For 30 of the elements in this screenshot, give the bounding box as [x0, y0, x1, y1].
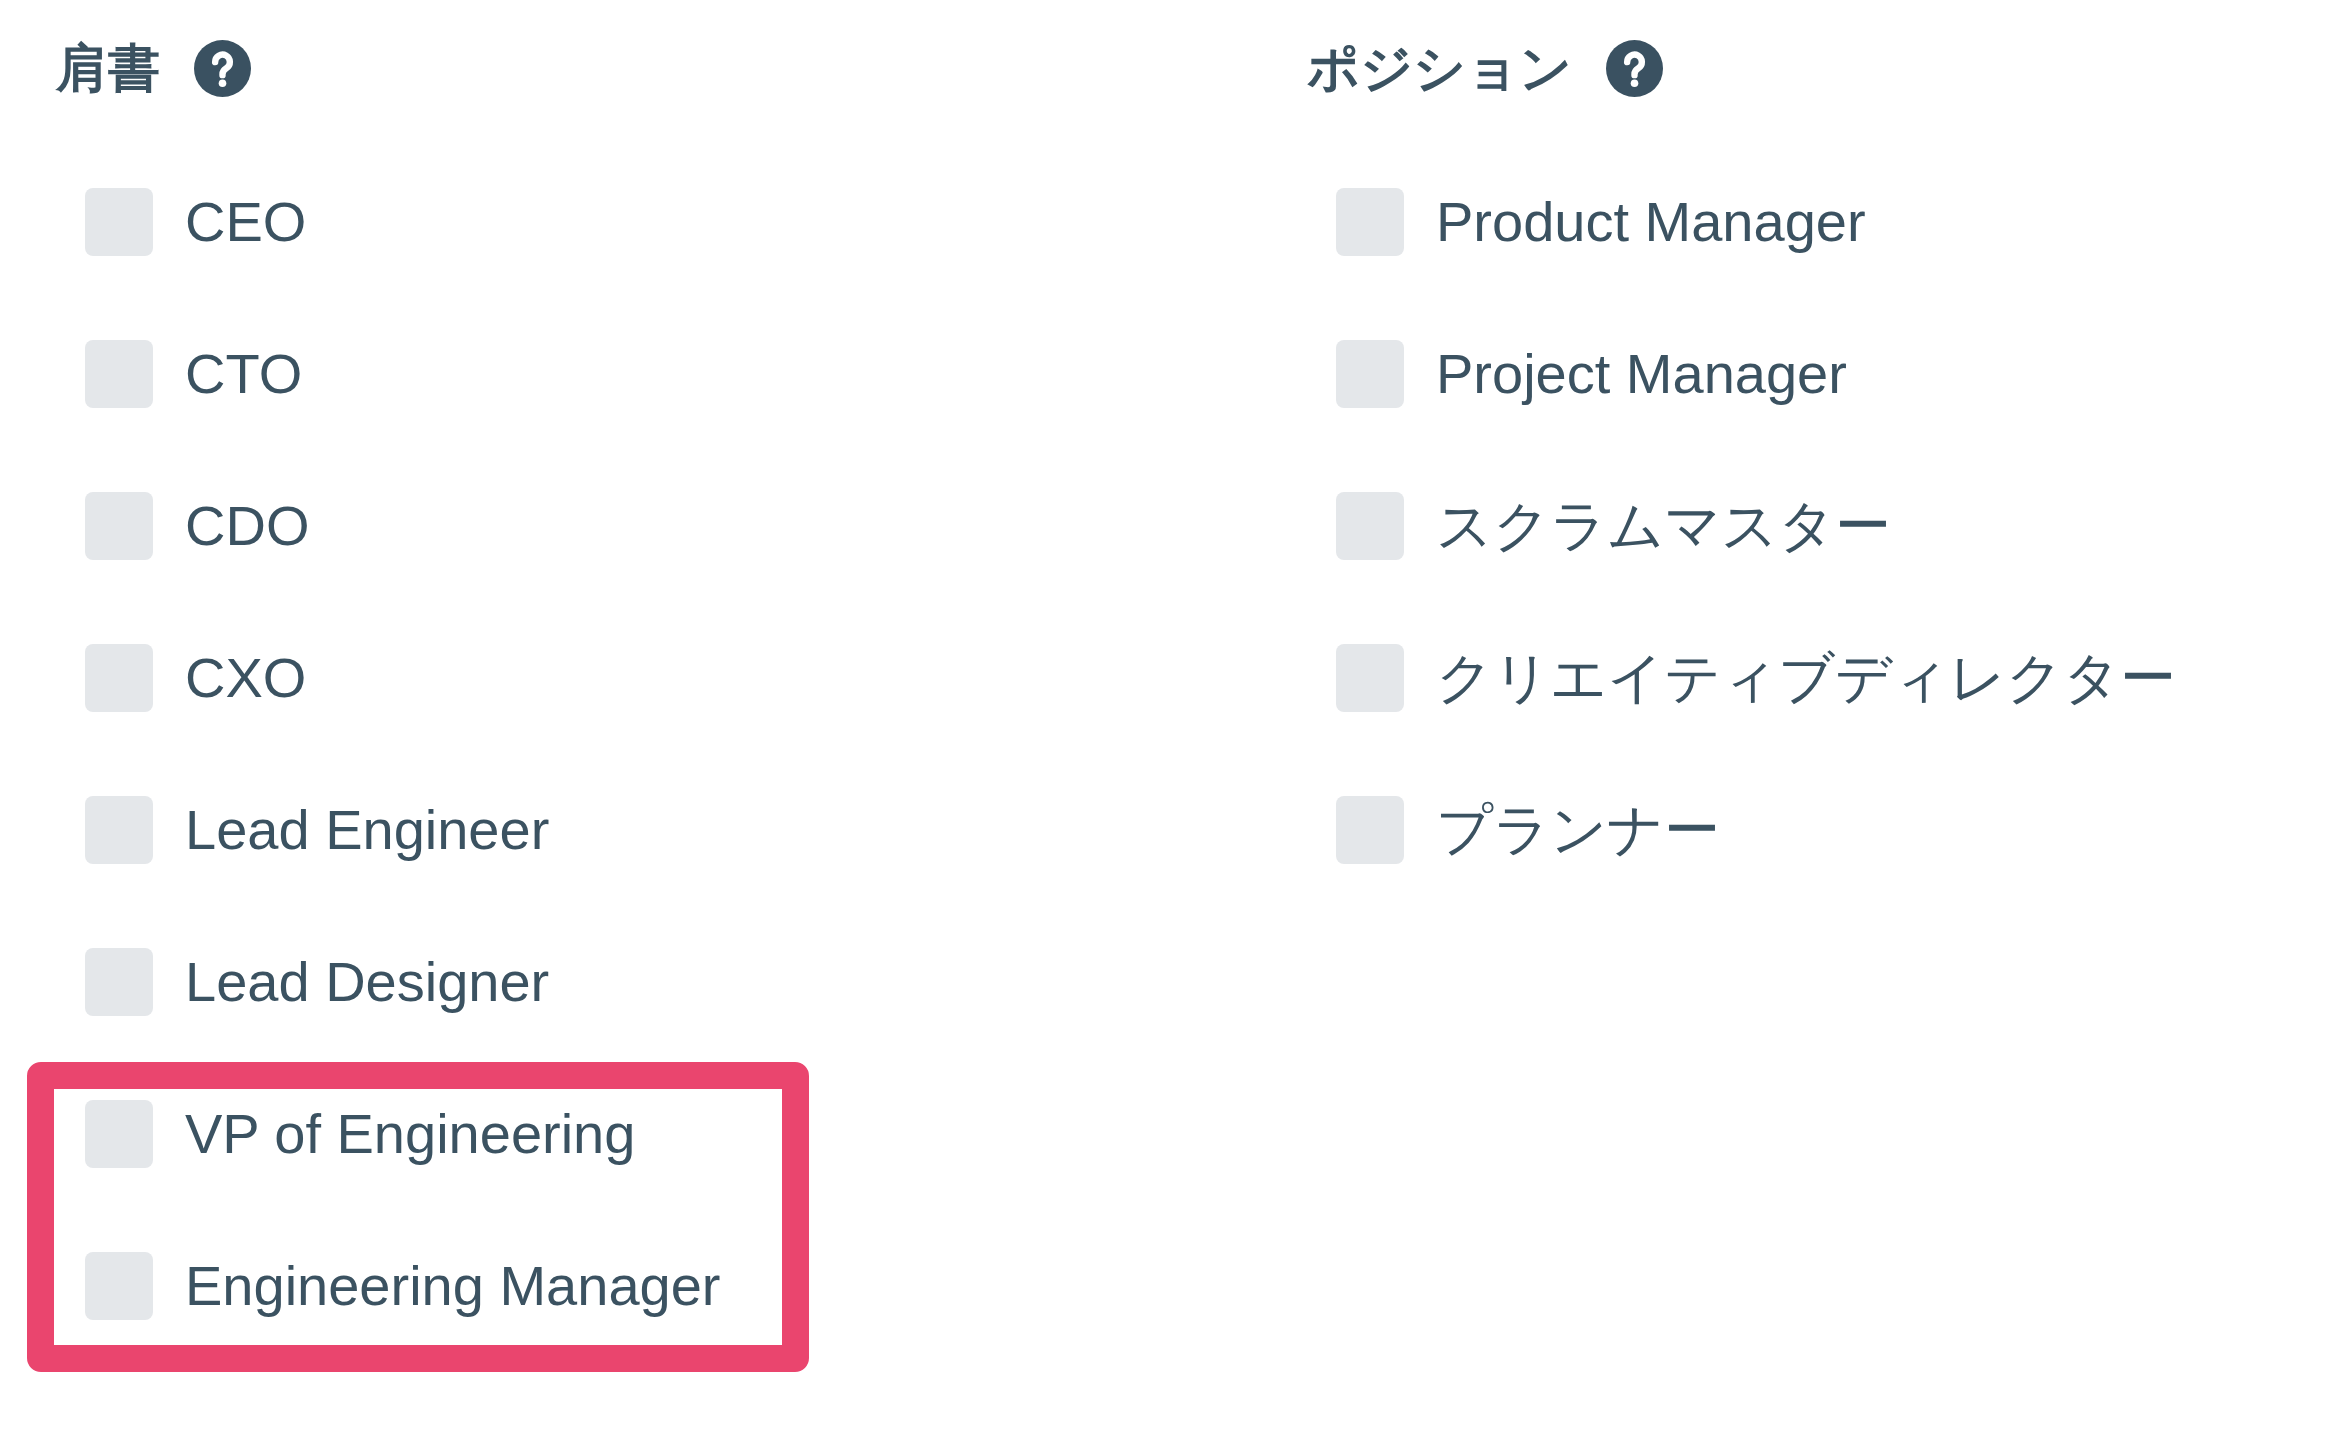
checkbox[interactable] — [85, 188, 153, 256]
checkbox[interactable] — [85, 1100, 153, 1168]
checkbox[interactable] — [1336, 492, 1404, 560]
section-heading: 肩書 — [56, 38, 160, 98]
checkbox[interactable] — [1336, 644, 1404, 712]
checkbox[interactable] — [85, 492, 153, 560]
help-icon[interactable] — [194, 39, 251, 97]
section-heading: ポジション — [1307, 38, 1572, 98]
option-label[interactable]: スクラムマスター — [1436, 486, 1891, 566]
help-icon[interactable] — [1606, 39, 1663, 97]
option-label[interactable]: CDO — [185, 486, 310, 566]
checkbox[interactable] — [85, 644, 153, 712]
checkbox[interactable] — [85, 948, 153, 1016]
option-label[interactable]: プランナー — [1436, 790, 1720, 870]
checkbox[interactable] — [85, 796, 153, 864]
checkbox[interactable] — [1336, 188, 1404, 256]
checkbox[interactable] — [85, 340, 153, 408]
checkbox[interactable] — [1336, 340, 1404, 408]
option-label[interactable]: CTO — [185, 334, 303, 414]
option-label[interactable]: Project Manager — [1436, 334, 1847, 414]
option-label[interactable]: Engineering Manager — [185, 1246, 721, 1326]
option-label[interactable]: Lead Designer — [185, 942, 550, 1022]
option-label[interactable]: CEO — [185, 182, 307, 262]
checkbox[interactable] — [85, 1252, 153, 1320]
checkbox[interactable] — [1336, 796, 1404, 864]
option-label[interactable]: クリエイティブディレクター — [1436, 638, 2176, 718]
option-label[interactable]: VP of Engineering — [185, 1094, 636, 1174]
option-label[interactable]: CXO — [185, 638, 307, 718]
option-label[interactable]: Product Manager — [1436, 182, 1866, 262]
option-label[interactable]: Lead Engineer — [185, 790, 550, 870]
